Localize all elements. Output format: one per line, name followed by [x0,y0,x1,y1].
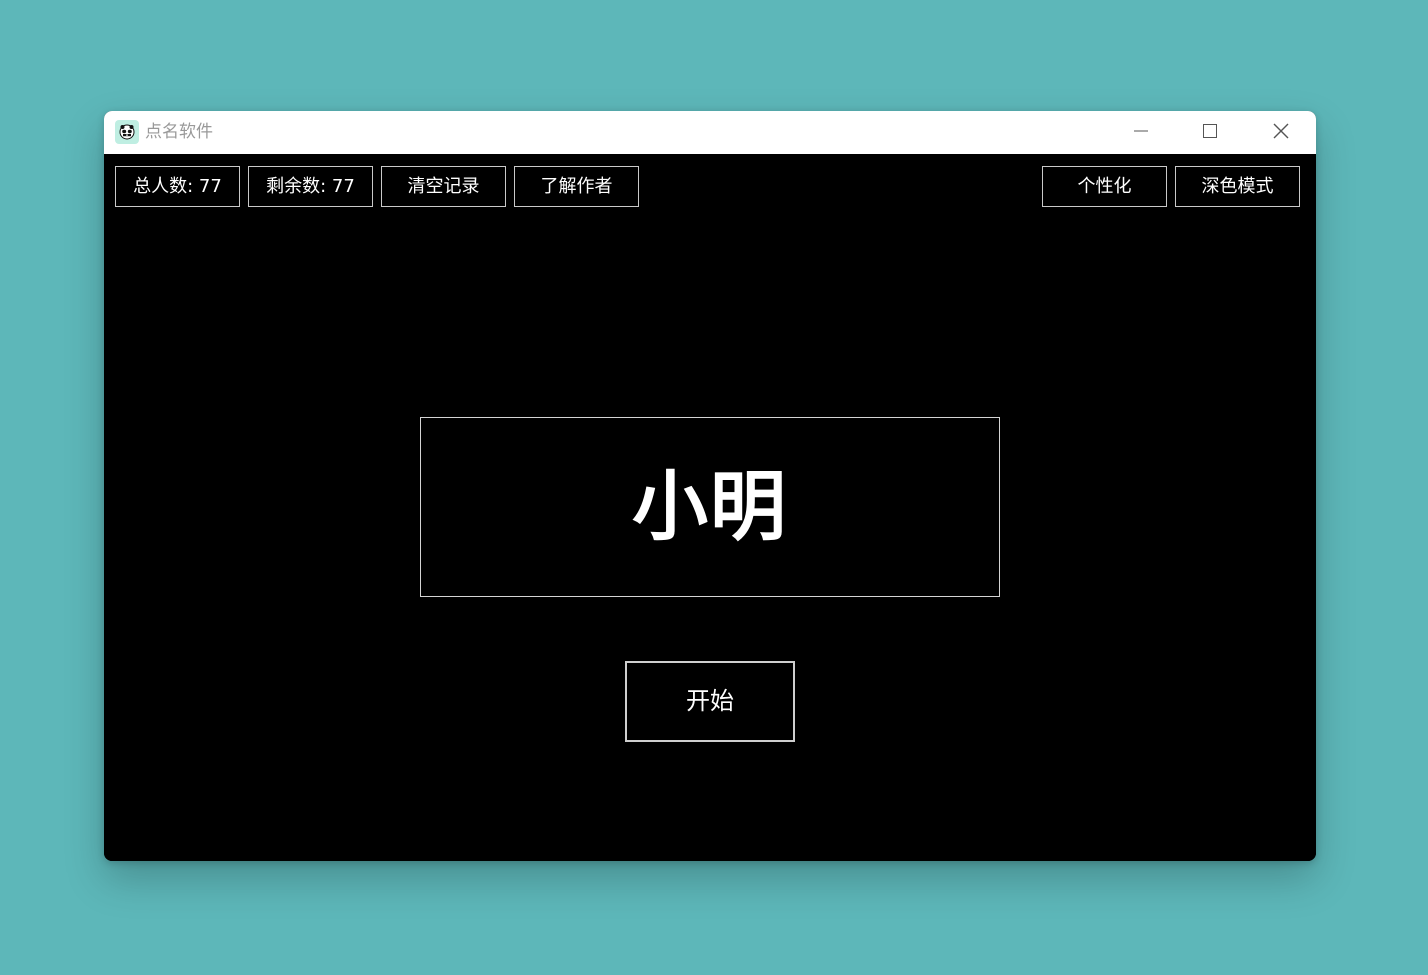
minimize-icon [1133,123,1149,143]
close-button[interactable] [1258,111,1304,154]
title-bar[interactable]: 点名软件 [104,111,1316,154]
dark-mode-button[interactable]: 深色模式 [1175,166,1300,207]
start-button[interactable]: 开始 [625,661,795,742]
app-window: 点名软件 总人数: 77 剩余数: 77 清空记录 了解作者 个性化 深色模式 … [104,111,1316,861]
selected-name-box: 小明 [420,417,1000,597]
close-icon [1272,122,1290,144]
total-count-button[interactable]: 总人数: 77 [115,166,240,207]
panda-icon [115,120,139,144]
about-author-button[interactable]: 了解作者 [514,166,639,207]
maximize-button[interactable] [1187,111,1233,154]
window-title: 点名软件 [145,122,213,142]
personalize-button[interactable]: 个性化 [1042,166,1167,207]
selected-name: 小明 [632,462,788,551]
maximize-icon [1202,123,1218,143]
clear-records-button[interactable]: 清空记录 [381,166,506,207]
main-content: 总人数: 77 剩余数: 77 清空记录 了解作者 个性化 深色模式 小明 开始 [104,154,1316,861]
minimize-button[interactable] [1118,111,1164,154]
remaining-count-button[interactable]: 剩余数: 77 [248,166,373,207]
